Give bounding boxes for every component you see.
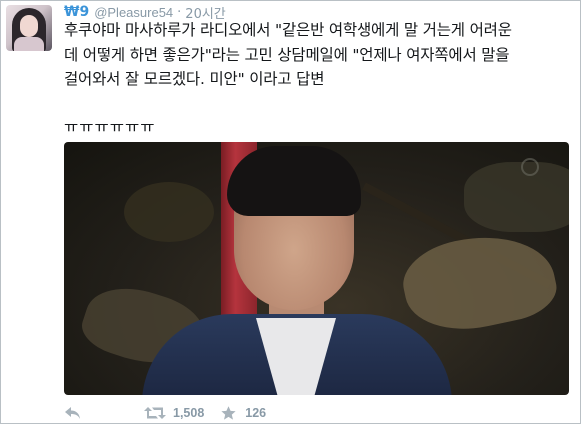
retweet-count: 1,508 xyxy=(173,406,205,420)
photo-watermark-logo xyxy=(521,158,539,176)
retweet-button[interactable]: 1,508 xyxy=(144,406,204,420)
tweet-actions: 1,508 126 xyxy=(64,403,266,423)
photo-foliage xyxy=(124,182,214,242)
avatar[interactable] xyxy=(6,5,52,51)
photo-foliage xyxy=(396,222,562,342)
tweet-text-suffix: ㅠㅠㅠㅠㅠㅠ xyxy=(64,118,156,136)
favorite-count: 126 xyxy=(245,406,267,420)
tweet-text: 후쿠야마 마사하루가 라디오에서 "같은반 여학생에게 말 거는게 어려운 데 … xyxy=(64,21,512,88)
avatar-body xyxy=(14,37,44,51)
photo-hair xyxy=(227,146,361,216)
retweet-icon xyxy=(144,406,166,420)
favorite-button[interactable]: 126 xyxy=(221,406,266,420)
star-icon xyxy=(221,406,236,420)
reply-icon xyxy=(64,406,82,420)
avatar-face xyxy=(20,15,38,37)
reply-button[interactable] xyxy=(64,406,82,420)
photo-foliage xyxy=(464,162,569,232)
tweet-photo[interactable] xyxy=(64,142,569,395)
tweet-card: ₩9 @Pleasure54 · 20시간 후쿠야마 마사하루가 라디오에서 "… xyxy=(0,0,581,424)
